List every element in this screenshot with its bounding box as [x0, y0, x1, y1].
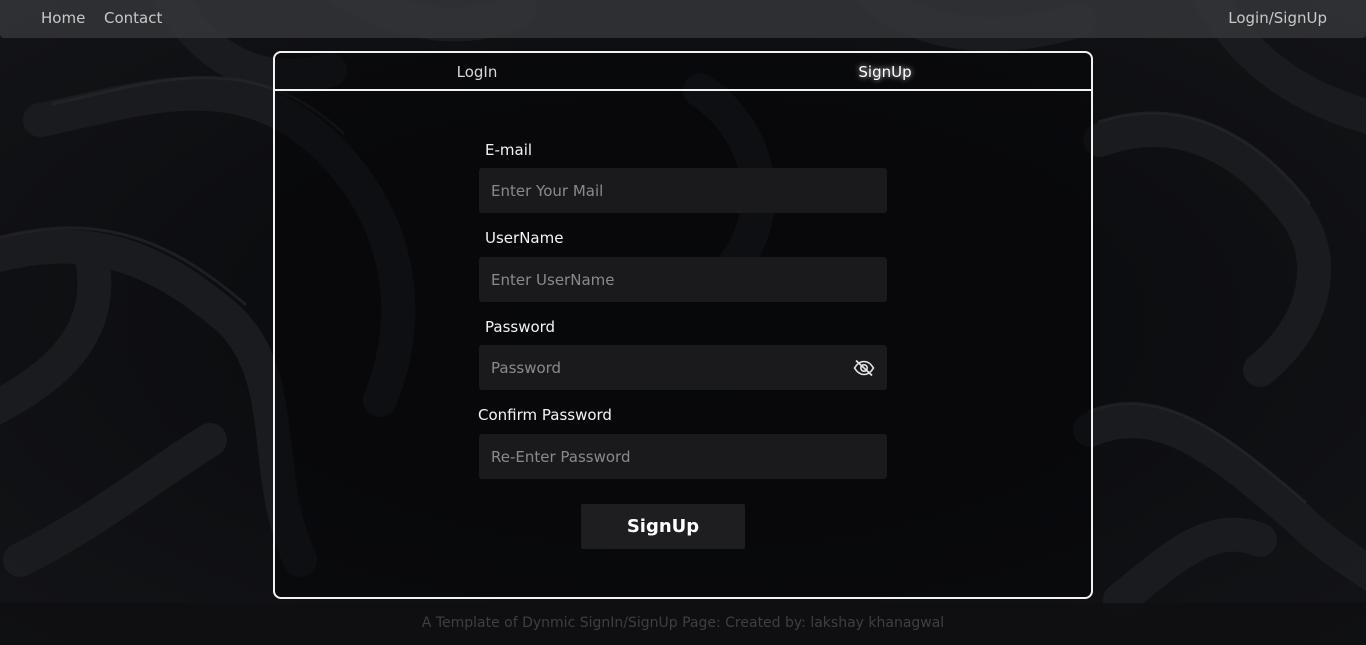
tab-login[interactable]: LogIn [417, 63, 537, 81]
username-label: UserName [485, 229, 564, 247]
eye-slash-icon[interactable] [853, 359, 875, 377]
confirm-password-field[interactable] [479, 434, 887, 479]
email-label: E-mail [485, 141, 533, 159]
footer: A Template of Dynmic SignIn/SignUp Page:… [0, 603, 1366, 645]
nav-login-signup-link[interactable]: Login/SignUp [1228, 9, 1327, 27]
signup-button[interactable]: SignUp [581, 504, 745, 549]
eye-slash-icon-svg [853, 359, 875, 377]
username-field[interactable] [479, 257, 887, 302]
tab-signup[interactable]: SignUp [825, 63, 945, 81]
auth-tabs: LogIn SignUp [275, 53, 1091, 91]
top-navbar: Home Contact Login/SignUp [0, 0, 1366, 38]
nav-home-link[interactable]: Home [41, 9, 85, 27]
email-field[interactable] [479, 168, 887, 213]
password-label: Password [485, 318, 556, 336]
nav-contact-link[interactable]: Contact [104, 9, 162, 27]
password-field[interactable] [479, 345, 887, 390]
footer-credit: A Template of Dynmic SignIn/SignUp Page:… [421, 615, 945, 631]
confirm-password-label: Confirm Password [478, 406, 612, 424]
auth-card: LogIn SignUp E-mail UserName Password Co… [273, 51, 1093, 599]
